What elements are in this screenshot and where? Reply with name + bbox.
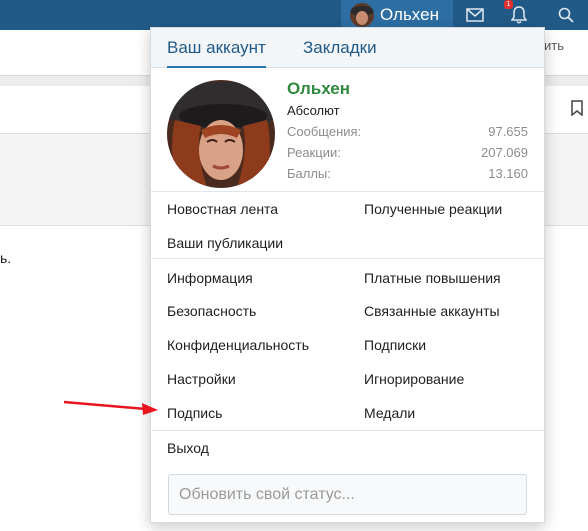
stat-points: Баллы: 13.160: [287, 166, 528, 181]
stat-reactions: Реакции: 207.069: [287, 145, 528, 160]
background-link-fragment: ить: [544, 38, 564, 53]
status-input[interactable]: [168, 474, 527, 515]
background-text-fragment: ь.: [0, 250, 12, 266]
arrow-icon: [63, 400, 158, 415]
profile-name[interactable]: Ольхен: [287, 79, 350, 99]
account-popup: Ваш аккаунт Закладки Ольхен Абсолют Сооб…: [150, 27, 545, 523]
menu-item-received-reactions[interactable]: Полученные реакции: [364, 201, 502, 217]
menu-item-security[interactable]: Безопасность: [167, 303, 256, 319]
tab-bookmarks[interactable]: Закладки: [303, 38, 377, 68]
popup-tabs: Ваш аккаунт Закладки: [151, 28, 544, 68]
menu-item-signature[interactable]: Подпись: [167, 405, 222, 421]
nav-user-name: Ольхен: [380, 5, 439, 24]
menu-item-news-feed[interactable]: Новостная лента: [167, 201, 278, 217]
menu-item-ignoring[interactable]: Игнорирование: [364, 371, 464, 387]
menu-item-settings[interactable]: Настройки: [167, 371, 236, 387]
menu-item-info[interactable]: Информация: [167, 270, 253, 286]
menu-item-privacy[interactable]: Конфиденциальность: [167, 337, 309, 353]
profile-summary: Ольхен Абсолют Сообщения: 97.655 Реакции…: [151, 68, 544, 192]
nav-user-menu[interactable]: Ольхен: [341, 0, 453, 30]
tab-your-account[interactable]: Ваш аккаунт: [167, 38, 266, 68]
menu-section-account: Информация Платные повышения Безопасност…: [151, 259, 544, 431]
nav-avatar: [350, 3, 374, 27]
menu-item-your-posts[interactable]: Ваши публикации: [167, 235, 283, 251]
mail-icon[interactable]: [457, 0, 493, 30]
stat-value: 207.069: [481, 145, 528, 160]
user-title: Абсолют: [287, 103, 340, 118]
stat-value: 97.655: [488, 124, 528, 139]
menu-item-medals[interactable]: Медали: [364, 405, 415, 421]
search-icon[interactable]: [548, 0, 584, 30]
menu-section-logout: Выход: [151, 431, 544, 466]
notification-badge: 1: [504, 0, 513, 9]
avatar[interactable]: [167, 80, 275, 188]
bookmark-icon[interactable]: [571, 100, 583, 121]
menu-item-linked-accounts[interactable]: Связанные аккаунты: [364, 303, 500, 319]
stat-label: Реакции:: [287, 145, 341, 160]
menu-section-activity: Новостная лента Полученные реакции Ваши …: [151, 192, 544, 259]
stat-label: Сообщения:: [287, 124, 362, 139]
menu-item-subscriptions[interactable]: Подписки: [364, 337, 426, 353]
menu-item-paid-upgrades[interactable]: Платные повышения: [364, 270, 501, 286]
stat-value: 13.160: [488, 166, 528, 181]
menu-item-logout[interactable]: Выход: [167, 440, 209, 456]
stat-messages: Сообщения: 97.655: [287, 124, 528, 139]
stat-label: Баллы:: [287, 166, 331, 181]
top-nav-bar: [0, 0, 588, 30]
